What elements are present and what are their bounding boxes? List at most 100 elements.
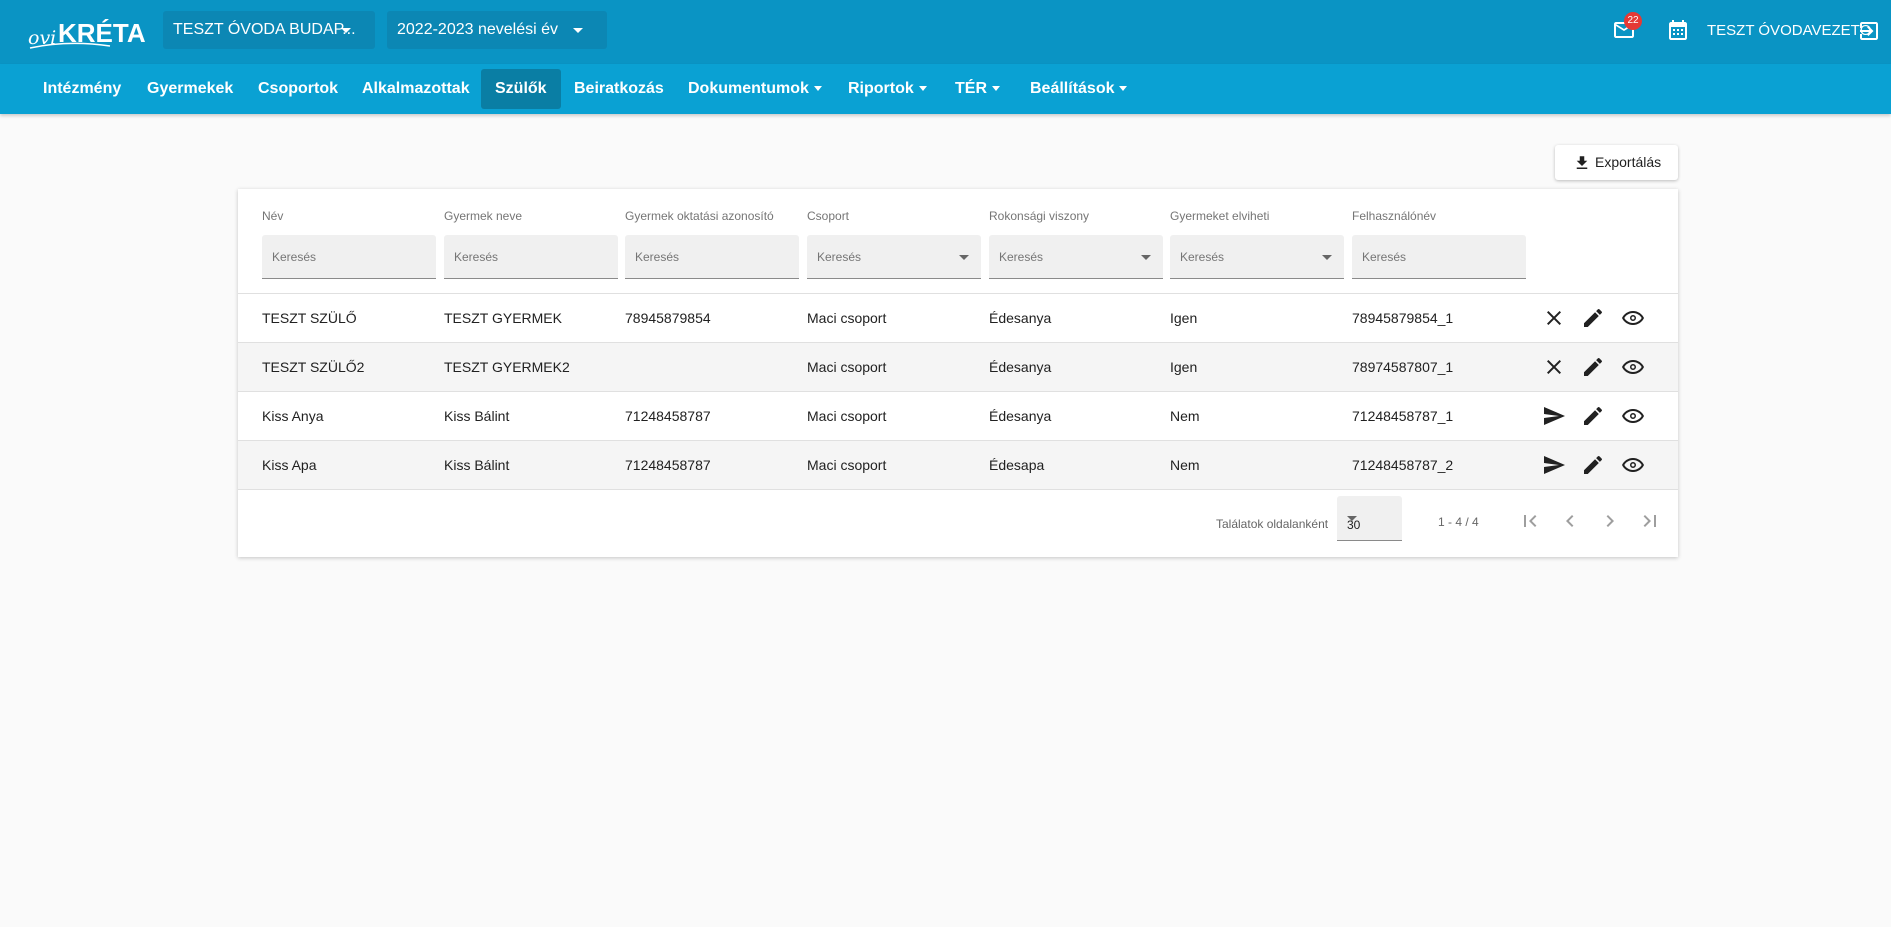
- cell-oktatasi-azonosito: 78945879854: [625, 310, 711, 326]
- filter-felhasznalonev-input[interactable]: Keresés: [1352, 235, 1526, 279]
- mail-count-badge: 22: [1624, 12, 1642, 30]
- filter-placeholder: Keresés: [999, 250, 1044, 264]
- chevron-down-icon: [918, 86, 927, 92]
- column-header-gyermeket-elviheti[interactable]: Gyermeket elviheti: [1170, 209, 1269, 223]
- cell-nev: TESZT SZÜLŐ2: [262, 359, 365, 375]
- export-button[interactable]: Exportálás: [1555, 145, 1678, 180]
- cell-felhasznalonev: 78945879854_1: [1352, 310, 1454, 326]
- cell-rokonsagi-viszony: Édesapa: [989, 457, 1045, 473]
- close-icon[interactable]: [1542, 355, 1566, 379]
- cell-rokonsagi-viszony: Édesanya: [989, 408, 1052, 424]
- nav-item-alkalmazottak[interactable]: Alkalmazottak: [348, 69, 484, 109]
- view-icon[interactable]: [1621, 404, 1645, 428]
- filter-gyermek-neve-input[interactable]: Keresés: [444, 235, 618, 279]
- chevron-down-icon: [1141, 255, 1151, 260]
- cell-oktatasi-azonosito: 71248458787: [625, 408, 711, 424]
- edit-icon[interactable]: [1581, 453, 1605, 477]
- view-icon[interactable]: [1621, 306, 1645, 330]
- chevron-down-icon: [992, 86, 1000, 92]
- nav-label: Szülők: [495, 80, 547, 97]
- cell-gyermek-neve: Kiss Bálint: [444, 408, 510, 424]
- first-page-icon[interactable]: [1518, 509, 1542, 533]
- table-row: TESZT SZÜLŐ2 TESZT GYERMEK2 Maci csoport Éd…: [238, 343, 1678, 392]
- school-year-label: 2022-2023 nevelési év: [397, 21, 559, 38]
- ovikreta-logo[interactable]: ovi KRÉTA: [28, 10, 150, 52]
- table-row: Kiss Anya Kiss Bálint 71248458787 Maci csop…: [238, 392, 1678, 441]
- page-size-label: Találatok oldalanként: [1216, 517, 1329, 531]
- close-icon[interactable]: [1542, 306, 1566, 330]
- export-label: Exportálás: [1595, 154, 1662, 170]
- table-row: TESZT SZÜLŐ TESZT GYERMEK 78945879854 Maci …: [238, 294, 1678, 343]
- chevron-down-icon: [341, 28, 351, 33]
- nav-label: Alkalmazottak: [362, 80, 470, 97]
- last-page-icon[interactable]: [1638, 509, 1662, 533]
- column-header-csoport[interactable]: Csoport: [807, 209, 849, 223]
- parents-table: Név Gyermek neve Gyermek oktatási azonos…: [238, 189, 1678, 557]
- user-name[interactable]: TESZT ÓVODAVEZETŐ: [1707, 22, 1871, 39]
- nav-item-riportok[interactable]: Riportok: [834, 69, 941, 109]
- nav-label: Beállítások: [1030, 80, 1115, 97]
- send-icon[interactable]: [1542, 453, 1566, 477]
- column-header-gyermek-neve[interactable]: Gyermek neve: [444, 209, 522, 223]
- view-icon[interactable]: [1621, 355, 1645, 379]
- chevron-down-icon: [1322, 255, 1332, 260]
- column-header-felhasznalonev[interactable]: Felhasználónév: [1352, 209, 1436, 223]
- cell-gyermek-neve: TESZT GYERMEK2: [444, 359, 570, 375]
- column-header-nev[interactable]: Név: [262, 209, 283, 223]
- top-header: ovi KRÉTA TESZT ÓVODA BUDAP... 2022-2023…: [0, 0, 1891, 64]
- cell-felhasznalonev: 71248458787_1: [1352, 408, 1454, 424]
- view-icon[interactable]: [1621, 453, 1645, 477]
- chevron-down-icon: [959, 255, 969, 260]
- column-header-rokonsagi-viszony[interactable]: Rokonsági viszony: [989, 209, 1089, 223]
- edit-icon[interactable]: [1581, 404, 1605, 428]
- send-icon[interactable]: [1542, 404, 1566, 428]
- cell-csoport: Maci csoport: [807, 457, 887, 473]
- logout-icon[interactable]: [1857, 19, 1881, 43]
- nav-item-beallitasok[interactable]: Beállítások: [1016, 69, 1141, 109]
- nav-item-csoportok[interactable]: Csoportok: [244, 69, 352, 109]
- download-icon: [1576, 156, 1588, 169]
- cell-nev: Kiss Apa: [262, 457, 317, 473]
- nav-label: Csoportok: [258, 80, 338, 97]
- cell-gyermek-neve: Kiss Bálint: [444, 457, 510, 473]
- chevron-down-icon: [1119, 86, 1128, 92]
- column-header-oktatasi-azonosito[interactable]: Gyermek oktatási azonosító: [625, 209, 774, 223]
- edit-icon[interactable]: [1581, 355, 1605, 379]
- cell-gyermeket-elviheti: Nem: [1170, 408, 1200, 424]
- filter-rokonsagi-viszony-select[interactable]: Keresés: [989, 235, 1163, 279]
- filter-oktatasi-azonosito-input[interactable]: Keresés: [625, 235, 799, 279]
- cell-gyermeket-elviheti: Nem: [1170, 457, 1200, 473]
- chevron-down-icon: [813, 86, 822, 92]
- filter-placeholder: Keresés: [1180, 250, 1225, 264]
- nav-item-szulok[interactable]: Szülők: [481, 69, 561, 109]
- calendar-icon[interactable]: [1666, 18, 1690, 42]
- institution-label: TESZT ÓVODA BUDAP...: [173, 21, 356, 38]
- nav-item-dokumentumok[interactable]: Dokumentumok: [674, 69, 836, 109]
- filter-gyermeket-elviheti-select[interactable]: Keresés: [1170, 235, 1344, 279]
- main-navigation: Intézmény Gyermekek Csoportok Alkalmazot…: [0, 64, 1891, 114]
- cell-gyermeket-elviheti: Igen: [1170, 359, 1198, 375]
- cell-csoport: Maci csoport: [807, 310, 887, 326]
- school-year-select[interactable]: 2022-2023 nevelési év: [387, 11, 607, 49]
- cell-nev: Kiss Anya: [262, 408, 324, 424]
- nav-label: Intézmény: [43, 80, 122, 97]
- page-range: 1 - 4 / 4: [1438, 515, 1479, 529]
- nav-label: Beiratkozás: [574, 80, 664, 97]
- cell-rokonsagi-viszony: Édesanya: [989, 359, 1052, 375]
- previous-page-icon[interactable]: [1558, 509, 1582, 533]
- nav-label: Dokumentumok: [688, 80, 809, 97]
- filter-csoport-select[interactable]: Keresés: [807, 235, 981, 279]
- edit-icon[interactable]: [1581, 306, 1605, 330]
- nav-label: Gyermekek: [147, 80, 234, 97]
- nav-item-gyermekek[interactable]: Gyermekek: [133, 69, 247, 109]
- institution-select[interactable]: TESZT ÓVODA BUDAP...: [163, 11, 375, 49]
- nav-item-intezmeny[interactable]: Intézmény: [29, 69, 135, 109]
- cell-oktatasi-azonosito: 71248458787: [625, 457, 711, 473]
- nav-item-ter[interactable]: TÉR: [941, 69, 1014, 109]
- filter-nev-input[interactable]: Keresés: [262, 235, 436, 279]
- next-page-icon[interactable]: [1598, 509, 1622, 533]
- page-size-select[interactable]: 30: [1337, 496, 1402, 541]
- nav-item-beiratkozas[interactable]: Beiratkozás: [560, 69, 678, 109]
- cell-rokonsagi-viszony: Édesanya: [989, 310, 1052, 326]
- nav-label: TÉR: [955, 80, 987, 97]
